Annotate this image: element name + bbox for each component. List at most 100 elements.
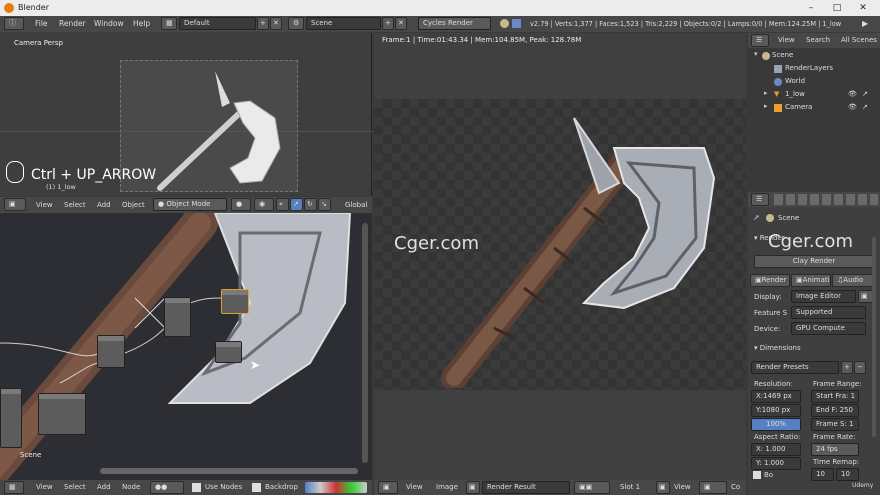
frame-rate-select[interactable]: 24 fps — [811, 443, 859, 456]
animation-button[interactable]: ▣Animati — [791, 274, 831, 287]
pivot-select[interactable]: ◉ — [254, 198, 274, 211]
select-icon[interactable]: ↗ — [862, 90, 868, 98]
menu-help[interactable]: Help — [133, 19, 150, 28]
editor-type-icon[interactable]: ▣ — [4, 198, 26, 211]
vertical-scrollbar[interactable] — [362, 223, 368, 463]
outliner-item[interactable]: ▾ Scene — [748, 50, 880, 63]
aspect-x-field[interactable]: X: 1.000 — [751, 443, 801, 456]
render-button[interactable]: ▣Render — [750, 274, 790, 287]
editor-type-icon[interactable]: ☰ — [751, 34, 769, 47]
dimensions-panel-header[interactable]: ▾ Dimensions — [754, 344, 801, 352]
menu-select[interactable]: Select — [64, 483, 86, 491]
browse-image-icon[interactable]: ▣ — [466, 481, 480, 494]
resolution-percent-slider[interactable]: 100% — [751, 418, 801, 431]
display-icon[interactable]: ▣ — [656, 481, 670, 494]
horizontal-scrollbar[interactable] — [100, 468, 358, 474]
visibility-icon[interactable]: 👁 — [848, 103, 857, 111]
display-select[interactable]: Image Editor — [791, 290, 856, 303]
properties-scrollbar[interactable] — [872, 237, 876, 437]
resolution-y-field[interactable]: Y:1080 px — [751, 404, 801, 417]
image-editor[interactable]: Frame:1 | Time:01:43.34 | Mem:104.85M, P… — [374, 33, 746, 480]
mode-select[interactable]: ● Object Mode — [153, 198, 227, 211]
backdrop-checkbox[interactable] — [252, 483, 261, 492]
play-icon[interactable]: ▶ — [862, 19, 868, 28]
manipulator-toggle[interactable]: ⌖ — [276, 198, 289, 211]
scale-icon[interactable]: ↘ — [318, 198, 331, 211]
render-presets-select[interactable]: Render Presets — [751, 361, 839, 374]
time-remap-old-field[interactable]: 10 — [811, 468, 834, 481]
feature-set-select[interactable]: Supported — [791, 306, 866, 319]
device-select[interactable]: GPU Compute — [791, 322, 866, 335]
channels-icon[interactable]: ▣ — [699, 481, 727, 494]
editor-type-icon[interactable]: ⓘ — [4, 17, 24, 30]
outliner-item[interactable]: ▸ Camera 👁 ↗ — [748, 102, 880, 115]
outliner-menu-search[interactable]: Search — [806, 36, 830, 44]
slot-select[interactable]: Slot 1 — [620, 483, 640, 491]
menu-render[interactable]: Render — [59, 19, 86, 28]
node-box[interactable] — [38, 393, 86, 435]
menu-image[interactable]: Image — [436, 483, 458, 491]
editor-type-icon[interactable]: ▣ — [378, 481, 398, 494]
minimize-button[interactable]: – — [800, 0, 822, 16]
resolution-x-field[interactable]: X:1469 px — [751, 390, 801, 403]
viewport-3d[interactable]: Camera Persp Ctrl + UP_ARROW (1) 1_low — [0, 33, 372, 196]
node-box[interactable] — [164, 297, 191, 337]
aspect-y-field[interactable]: Y: 1.000 — [751, 457, 801, 470]
remove-preset-button[interactable]: − — [854, 361, 866, 374]
visibility-icon[interactable]: 👁 — [848, 90, 857, 98]
orientation-select[interactable]: Global — [345, 201, 367, 209]
node-box[interactable] — [215, 341, 242, 363]
scene-icon[interactable]: ⚙ — [288, 17, 304, 30]
add-scene-button[interactable]: + — [382, 17, 394, 30]
border-checkbox[interactable] — [753, 471, 761, 479]
menu-node[interactable]: Node — [122, 483, 140, 491]
add-preset-button[interactable]: + — [841, 361, 853, 374]
use-nodes-checkbox[interactable] — [192, 483, 201, 492]
frame-step-field[interactable]: Frame S: 1 — [811, 418, 859, 431]
remove-layout-button[interactable]: ✕ — [270, 17, 282, 30]
clay-render-button[interactable]: Clay Render — [754, 255, 874, 268]
shading-select[interactable]: ● — [231, 198, 251, 211]
menu-add[interactable]: Add — [97, 201, 111, 209]
frame-start-field[interactable]: Start Fra: 1 — [811, 390, 859, 403]
editor-type-icon[interactable]: ☰ — [751, 193, 769, 206]
close-button[interactable]: ✕ — [852, 0, 874, 16]
layout-grid-icon[interactable]: ▦ — [161, 17, 177, 30]
frame-end-field[interactable]: End F: 250 — [811, 404, 859, 417]
outliner[interactable]: ▾ Scene RenderLayers World ▸ ▼ 1_low 👁 ↗… — [748, 48, 880, 190]
menu-window[interactable]: Window — [94, 19, 124, 28]
layout-select[interactable]: Default — [179, 17, 256, 30]
outliner-menu-view[interactable]: View — [778, 36, 795, 44]
rotate-icon[interactable]: ↻ — [304, 198, 317, 211]
outliner-item[interactable]: RenderLayers — [748, 63, 880, 76]
menu-view[interactable]: View — [36, 201, 53, 209]
render-engine-select[interactable]: Cycles Render — [418, 17, 491, 30]
add-layout-button[interactable]: + — [257, 17, 269, 30]
node-box[interactable] — [0, 388, 22, 448]
menu-view[interactable]: View — [36, 483, 53, 491]
menu-select[interactable]: Select — [64, 201, 86, 209]
scene-select[interactable]: Scene — [306, 17, 381, 30]
maximize-button[interactable]: □ — [826, 0, 848, 16]
node-box[interactable] — [97, 335, 125, 368]
view-select[interactable]: View — [674, 483, 691, 491]
outliner-item[interactable]: World — [748, 76, 880, 89]
menu-file[interactable]: File — [35, 19, 48, 28]
menu-view[interactable]: View — [406, 483, 423, 491]
select-icon[interactable]: ↗ — [862, 103, 868, 111]
menu-object[interactable]: Object — [122, 201, 145, 209]
translate-icon[interactable]: ↗ — [290, 198, 303, 211]
pin-icon[interactable]: ➚ — [753, 213, 760, 222]
image-tool-icons[interactable]: ▣▣ — [574, 481, 610, 494]
menu-add[interactable]: Add — [97, 483, 111, 491]
node-box-active[interactable] — [221, 289, 249, 314]
image-select[interactable]: Render Result — [482, 481, 570, 494]
audio-button[interactable]: ♫Audio — [832, 274, 874, 287]
remove-scene-button[interactable]: ✕ — [395, 17, 407, 30]
node-editor[interactable]: ➤ Scene — [0, 213, 372, 480]
display-mode-select[interactable]: All Scenes — [841, 36, 877, 44]
outliner-item[interactable]: ▸ ▼ 1_low 👁 ↗ — [748, 89, 880, 102]
shader-type-icons[interactable]: ●● — [150, 481, 184, 494]
editor-type-icon[interactable]: ▦ — [4, 481, 24, 494]
time-remap-new-field[interactable]: 10 — [836, 468, 859, 481]
